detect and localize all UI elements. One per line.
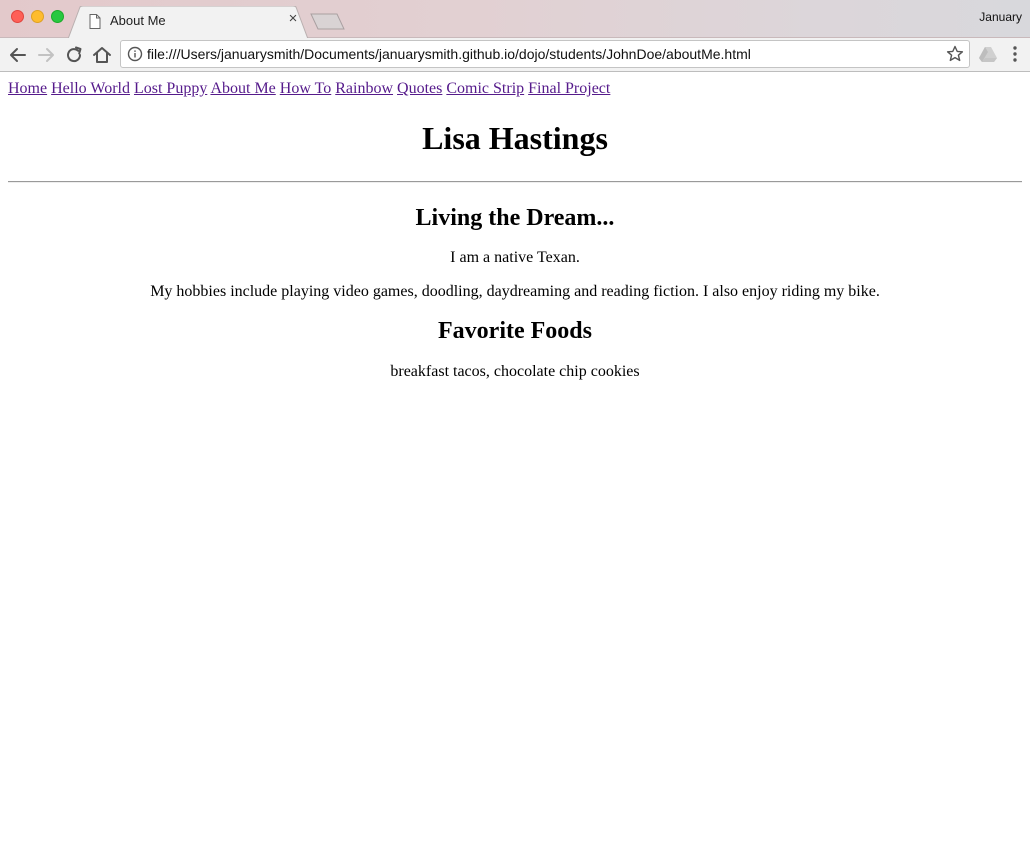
nav-link-final-project[interactable]: Final Project <box>528 80 610 97</box>
browser-tab[interactable]: About Me × <box>68 6 308 39</box>
extension-icon[interactable] <box>978 44 998 64</box>
close-window-button[interactable] <box>11 10 24 23</box>
nav-link-home[interactable]: Home <box>8 80 47 97</box>
reload-icon <box>67 46 82 63</box>
tab-close-icon[interactable]: × <box>286 11 300 27</box>
minimize-window-button[interactable] <box>31 10 44 23</box>
nav-link-lost-puppy[interactable]: Lost Puppy <box>134 80 207 97</box>
paragraph-favorite-foods: breakfast tacos, chocolate chip cookies <box>390 363 640 380</box>
back-icon <box>10 48 26 62</box>
section-heading-living-the-dream: Living the Dream... <box>415 205 615 231</box>
address-bar[interactable]: file:///Users/januarysmith/Documents/jan… <box>120 40 970 68</box>
nav-link-about-me[interactable]: About Me <box>210 80 275 97</box>
page-icon <box>89 14 101 29</box>
paragraph-hobbies: My hobbies include playing video games, … <box>150 283 880 300</box>
back-button[interactable] <box>7 44 29 66</box>
menu-icon[interactable] <box>1008 44 1022 64</box>
nav-link-how-to[interactable]: How To <box>280 80 331 97</box>
page-content: Home Hello World Lost Puppy About Me How… <box>0 72 1030 858</box>
tab-title: About Me <box>110 13 166 28</box>
profile-name[interactable]: January <box>979 10 1022 24</box>
section-heading-favorite-foods: Favorite Foods <box>438 318 592 344</box>
home-button[interactable] <box>91 44 113 66</box>
paragraph-native-texan: I am a native Texan. <box>450 249 580 266</box>
nav-link-comic-strip[interactable]: Comic Strip <box>446 80 524 97</box>
star-icon[interactable] <box>945 44 965 64</box>
new-tab-button[interactable] <box>310 13 346 31</box>
tab-shape <box>68 6 308 39</box>
zoom-window-button[interactable] <box>51 10 64 23</box>
forward-button[interactable] <box>35 44 57 66</box>
site-nav: Home Hello World Lost Puppy About Me How… <box>8 79 1022 99</box>
divider <box>8 181 1022 183</box>
home-icon <box>93 47 111 63</box>
reload-button[interactable] <box>63 44 85 66</box>
browser-toolbar: file:///Users/januarysmith/Documents/jan… <box>0 38 1030 72</box>
nav-link-quotes[interactable]: Quotes <box>397 80 442 97</box>
forward-icon <box>38 48 54 62</box>
window-titlebar: About Me × January <box>0 0 1030 39</box>
info-icon[interactable] <box>127 46 143 62</box>
page-title: Lisa Hastings <box>422 120 608 156</box>
nav-link-rainbow[interactable]: Rainbow <box>335 80 393 97</box>
url-text[interactable]: file:///Users/januarysmith/Documents/jan… <box>147 46 751 62</box>
nav-link-hello-world[interactable]: Hello World <box>51 80 130 97</box>
